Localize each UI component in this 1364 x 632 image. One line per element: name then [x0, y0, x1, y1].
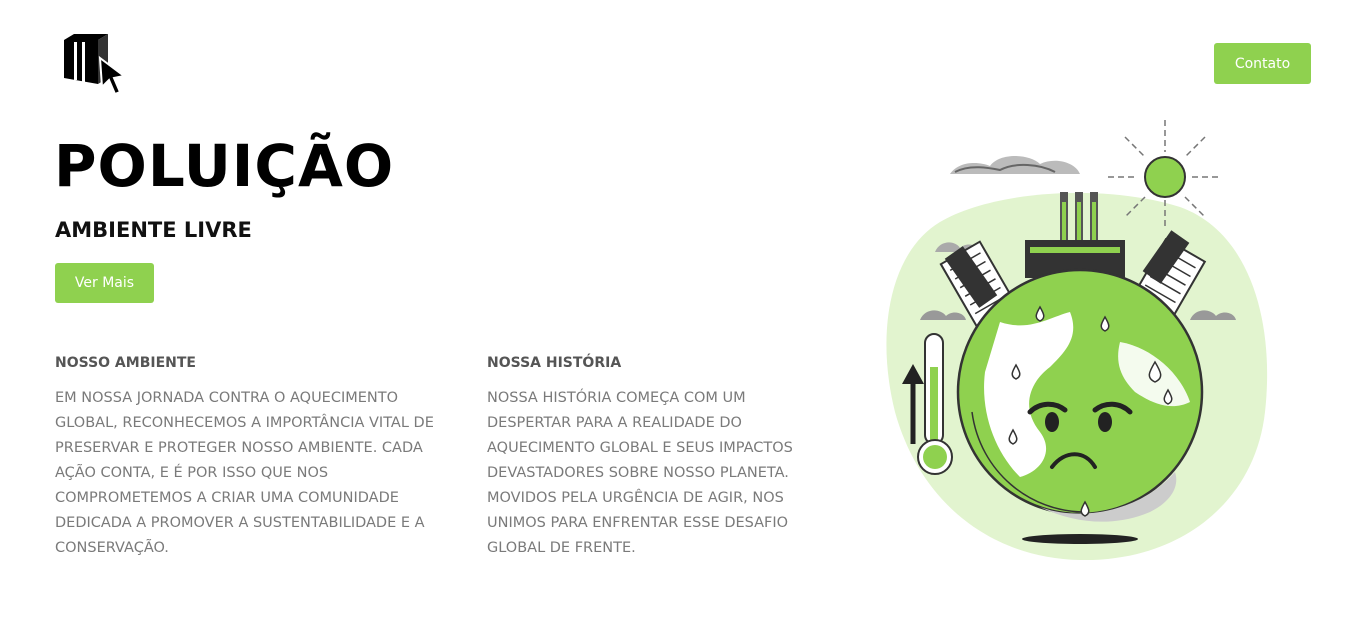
logo-box-cursor-icon[interactable]	[62, 32, 130, 98]
section-nossa-historia: NOSSA HISTÓRIA NOSSA HISTÓRIA COMEÇA COM…	[487, 352, 827, 561]
section-text: NOSSA HISTÓRIA COMEÇA COM UM DESPERTAR P…	[487, 390, 793, 556]
section-heading: NOSSO AMBIENTE	[55, 355, 196, 371]
page-title: POLUIÇÃO	[54, 132, 395, 200]
contact-button[interactable]: Contato	[1214, 43, 1311, 84]
page-subtitle: AMBIENTE LIVRE	[55, 218, 252, 242]
see-more-button[interactable]: Ver Mais	[55, 263, 154, 303]
section-nosso-ambiente: NOSSO AMBIENTE EM NOSSA JORNADA CONTRA O…	[55, 352, 445, 561]
sad-earth-illustration	[886, 120, 1268, 561]
section-heading: NOSSA HISTÓRIA	[487, 355, 622, 371]
section-text: EM NOSSA JORNADA CONTRA O AQUECIMENTO GL…	[55, 390, 434, 556]
